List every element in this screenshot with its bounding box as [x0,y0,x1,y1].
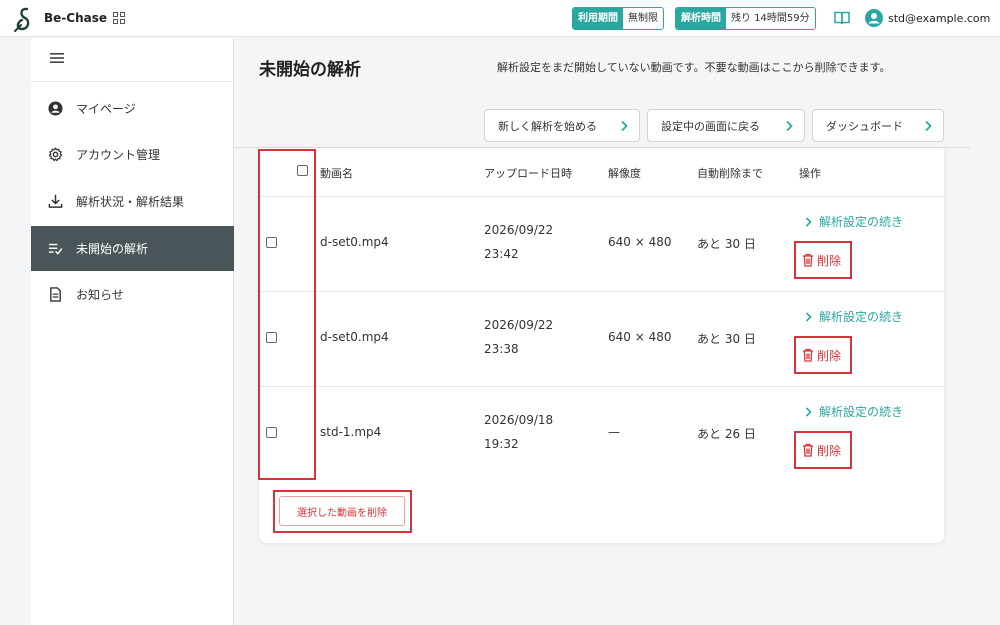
video-name: std-1.mp4 [320,425,382,439]
user-circle-icon [48,101,63,116]
delete-label: 削除 [817,253,842,268]
brand-name[interactable]: Be-Chase [44,11,107,25]
resolution: — [608,425,620,439]
sidebar: マイページ アカウント管理 解析状況・解析結果 未開始の解析 お知らせ [31,38,234,625]
sidebar-item-label: マイページ [76,102,136,116]
video-name: d-set0.mp4 [320,235,389,249]
user-avatar-icon[interactable] [865,9,883,27]
chevron-right-icon [805,407,812,417]
analysis-time-value: 残り 14時間59分 [726,8,815,29]
top-header: Be-Chase 利用期間 無制限 解析時間 残り 14時間59分 std@ex… [0,0,1000,37]
page-title: 未開始の解析 [259,60,361,80]
chevron-right-icon [925,120,932,132]
sidebar-item-label: アカウント管理 [76,148,161,162]
sidebar-item-news[interactable]: お知らせ [31,272,234,317]
chevron-right-icon [786,120,793,132]
continue-setup-link[interactable]: 解析設定の続き [805,213,903,230]
upload-time: 23:38 [484,342,519,356]
usage-period-value: 無制限 [623,8,663,29]
upload-time: 19:32 [484,437,519,451]
analysis-time-badge: 解析時間 残り 14時間59分 [675,7,816,30]
delete-button[interactable]: 削除 [794,431,852,469]
document-icon [50,287,61,302]
book-icon[interactable] [834,11,850,25]
continue-setup-label: 解析設定の続き [819,405,904,419]
continue-setup-link[interactable]: 解析設定の続き [805,308,903,325]
resolution: 640 × 480 [608,235,672,249]
analysis-time-label: 解析時間 [676,8,726,29]
dashboard-button[interactable]: ダッシュボード [812,109,944,142]
usage-period-badge: 利用期間 無制限 [572,7,664,30]
bulk-delete-button[interactable]: 選択した動画を削除 [279,496,405,526]
chevron-right-icon [621,120,628,132]
sidebar-item-mypage[interactable]: マイページ [31,86,234,131]
sidebar-item-analysis-status[interactable]: 解析状況・解析結果 [31,179,234,224]
header-auto-delete: 自動削除まで [697,167,763,180]
upload-date: 2026/09/22 [484,223,554,237]
row-divider [259,291,944,292]
header-resolution: 解像度 [608,167,641,180]
page-description: 解析設定をまだ開始していない動画です。不要な動画はここから削除できます。 [497,61,891,74]
delete-label: 削除 [817,443,842,458]
video-name: d-set0.mp4 [320,330,389,344]
new-analysis-button[interactable]: 新しく解析を始める [484,109,640,142]
continue-setup-label: 解析設定の続き [819,310,904,324]
user-email[interactable]: std@example.com [888,12,990,25]
sidebar-item-label: 未開始の解析 [76,242,149,256]
header-uploaded: アップロード日時 [484,167,572,180]
row-divider [259,386,944,387]
sidebar-item-not-started[interactable]: 未開始の解析 [31,226,234,271]
header-name: 動画名 [320,167,353,180]
sidebar-divider [31,81,234,82]
new-analysis-label: 新しく解析を始める [498,119,597,133]
chevron-right-icon [805,312,812,322]
video-table-card: 動画名 アップロード日時 解像度 自動削除まで 操作 d-set0.mp4 20… [259,148,944,543]
brand-logo-icon[interactable] [12,6,36,32]
delete-button[interactable]: 削除 [794,241,852,279]
auto-delete: あと 30 日 [697,237,756,251]
dashboard-label: ダッシュボード [826,119,903,133]
sidebar-item-label: お知らせ [76,288,124,302]
trash-icon [803,443,813,457]
delete-label: 削除 [817,348,842,363]
upload-time: 23:42 [484,247,519,261]
auto-delete: あと 26 日 [697,427,756,441]
trash-icon [803,253,813,267]
row-divider [259,196,944,197]
gear-icon [48,147,63,162]
usage-period-label: 利用期間 [573,8,623,29]
apps-grid-icon[interactable] [113,12,125,24]
continue-setup-link[interactable]: 解析設定の続き [805,403,903,420]
continue-setup-label: 解析設定の続き [819,215,904,229]
auto-delete: あと 30 日 [697,332,756,346]
list-check-icon [48,243,63,255]
back-to-setup-button[interactable]: 設定中の画面に戻る [647,109,805,142]
checkbox-column-highlight [258,149,316,480]
upload-date: 2026/09/22 [484,318,554,332]
back-to-setup-label: 設定中の画面に戻る [661,119,760,133]
header-actions: 操作 [799,167,821,180]
sidebar-item-account[interactable]: アカウント管理 [31,132,234,177]
download-icon [48,194,63,208]
upload-date: 2026/09/18 [484,413,554,427]
hamburger-menu-icon[interactable] [50,52,64,64]
delete-button[interactable]: 削除 [794,336,852,374]
resolution: 640 × 480 [608,330,672,344]
trash-icon [803,348,813,362]
sidebar-item-label: 解析状況・解析結果 [76,195,185,209]
chevron-right-icon [805,217,812,227]
